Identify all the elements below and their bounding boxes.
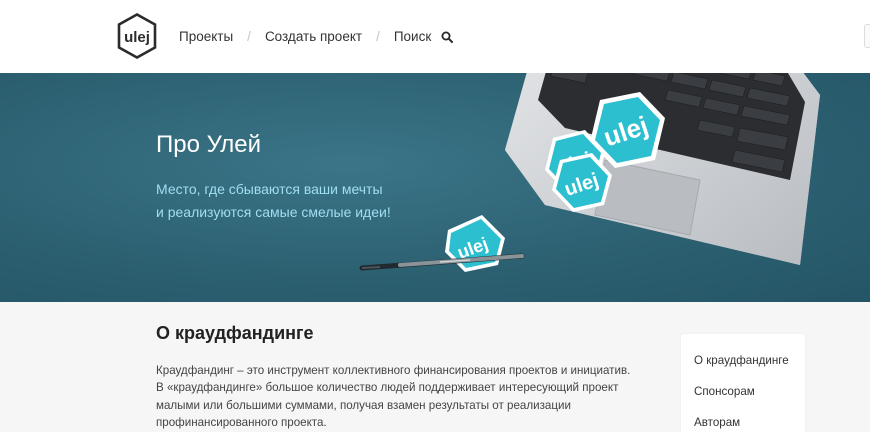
paragraph-line: профинансированного проекта. xyxy=(156,416,327,430)
paragraph-line: Краудфандинг – это инструмент коллективн… xyxy=(156,364,631,377)
ulej-logo[interactable]: ulej xyxy=(117,13,157,59)
sidebar-menu: О краудфандинге Спонсорам Авторам xyxy=(681,334,805,432)
hero-title: Про Улей xyxy=(156,131,262,158)
page: ulej ulej ulej ulej ulej Проекты / Созда… xyxy=(0,0,870,432)
section-title: О краудфандинге xyxy=(156,323,314,343)
paragraph-line: малыми или большими суммами, получая вза… xyxy=(156,398,571,412)
nav-item-projects[interactable]: Проекты xyxy=(179,29,233,44)
nav-separator: / xyxy=(247,29,251,44)
hero-banner xyxy=(0,73,870,302)
svg-text:ulej: ulej xyxy=(124,29,150,46)
nav-item-create-project[interactable]: Создать проект xyxy=(265,29,362,44)
header-edge-control[interactable] xyxy=(864,24,870,48)
paragraph-line: В «краудфандинге» большое количество люд… xyxy=(156,381,619,395)
section-paragraph: Краудфандинг – это инструмент коллективн… xyxy=(156,362,636,432)
hero-subtitle-line: и реализуются самые смелые идеи! xyxy=(156,204,391,220)
hero-subtitle: Место, где сбываются ваши мечты и реализ… xyxy=(156,178,416,224)
nav-separator: / xyxy=(376,29,380,44)
main-nav: Проекты / Создать проект / Поиск xyxy=(179,0,454,73)
nav-item-search[interactable]: Поиск xyxy=(394,29,431,44)
search-icon[interactable] xyxy=(441,31,454,43)
sidebar-item-sponsors[interactable]: Спонсорам xyxy=(694,385,755,398)
site-header: ulej Проекты / Создать проект / Поиск xyxy=(0,0,870,73)
hero-subtitle-line: Место, где сбываются ваши мечты xyxy=(156,181,383,197)
sidebar-item-crowdfunding[interactable]: О краудфандинге xyxy=(694,354,789,367)
sidebar-item-authors[interactable]: Авторам xyxy=(694,416,740,429)
